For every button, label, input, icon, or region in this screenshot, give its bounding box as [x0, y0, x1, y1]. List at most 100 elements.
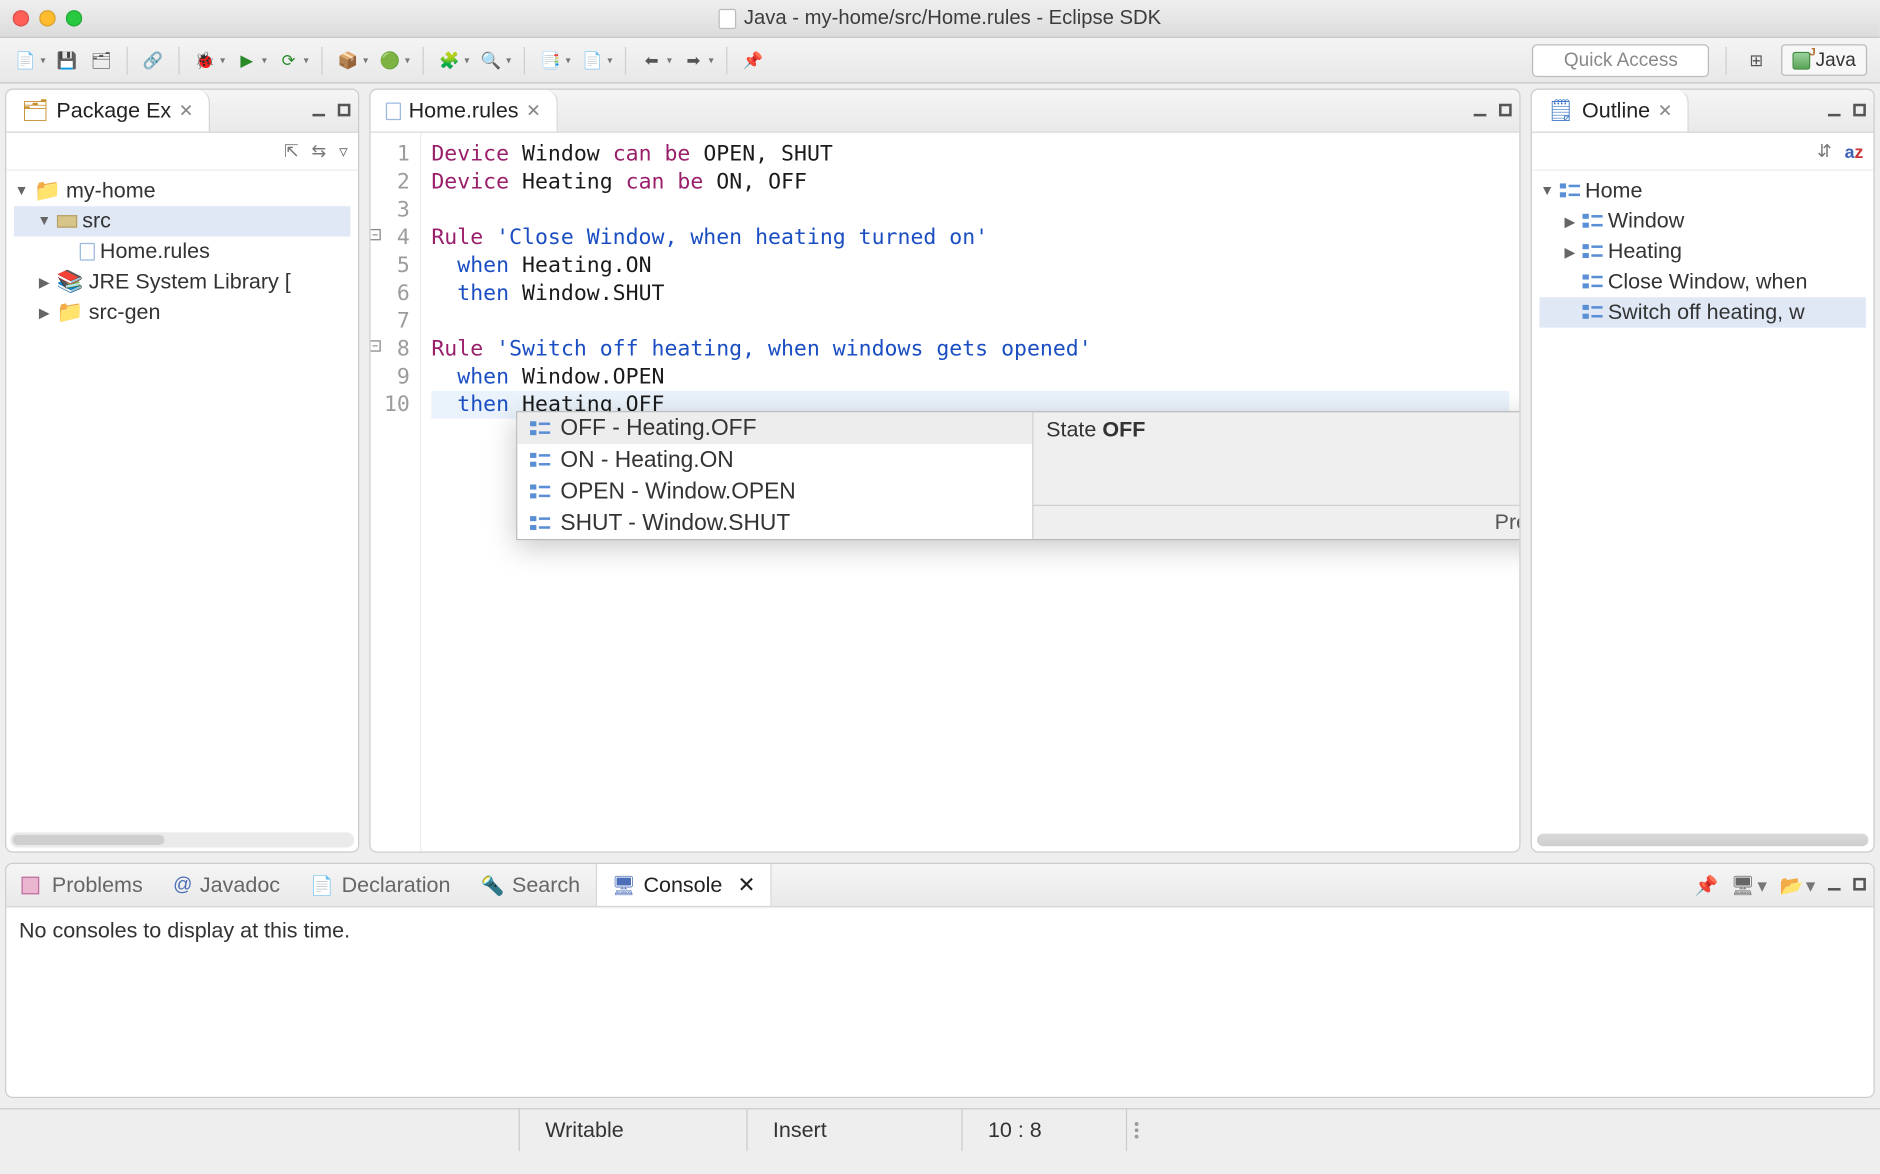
content-assist-item[interactable]: SHUT - Window.SHUT — [517, 507, 1032, 539]
horizontal-scrollbar[interactable] — [10, 832, 354, 847]
minimize-view-icon[interactable] — [1828, 100, 1841, 122]
tab-declaration[interactable]: 📄Declaration — [295, 864, 465, 906]
close-icon[interactable]: ✕ — [1658, 100, 1673, 122]
chevron-down-icon[interactable]: ▾ — [363, 54, 368, 65]
status-insert-mode: Insert — [746, 1109, 961, 1151]
toolbar-separator — [178, 46, 179, 74]
outline-icon: 🗒 — [1547, 98, 1574, 123]
outline-tab[interactable]: 🗒 Outline ✕ — [1532, 90, 1689, 132]
javadoc-icon: @ — [173, 874, 192, 896]
search-button[interactable]: 🔍 — [478, 47, 503, 72]
editor-tab-label: Home.rules — [409, 98, 519, 123]
pin-button[interactable]: 📌 — [740, 47, 765, 72]
content-assist-popup: OFF - Heating.OFFON - Heating.ONOPEN - W… — [516, 411, 1520, 540]
tab-problems[interactable]: Problems — [6, 864, 158, 906]
package-explorer-icon: 🗂 — [22, 98, 49, 123]
maximize-view-icon[interactable] — [1499, 100, 1512, 122]
outline-item-rule2[interactable]: Switch off heating, w — [1608, 300, 1805, 325]
open-console-icon[interactable]: 📂▾ — [1780, 873, 1816, 896]
folder-icon: 📁 — [57, 300, 84, 325]
editor-tab[interactable]: Home.rules ✕ — [371, 90, 558, 132]
tree-item-srcgen[interactable]: src-gen — [89, 300, 161, 325]
alpha-sort-icon[interactable]: az — [1845, 141, 1864, 161]
element-icon — [530, 451, 550, 469]
content-assist-list[interactable]: OFF - Heating.OFFON - Heating.ONOPEN - W… — [517, 412, 1032, 539]
chevron-down-icon[interactable]: ▾ — [566, 54, 571, 65]
display-console-icon[interactable]: 🖥▾ — [1731, 873, 1767, 896]
java-perspective-button[interactable]: Java — [1782, 44, 1868, 76]
status-handle — [1126, 1109, 1142, 1151]
chevron-down-icon[interactable]: ▾ — [220, 54, 225, 65]
package-explorer-tab[interactable]: 🗂 Package Ex ✕ — [6, 90, 210, 132]
maximize-view-icon[interactable] — [338, 100, 351, 122]
minimize-view-icon[interactable] — [1474, 100, 1487, 122]
tree-item-jre[interactable]: JRE System Library [ — [89, 269, 291, 294]
new-class-button[interactable]: 🟢 — [377, 47, 402, 72]
tree-item-file[interactable]: Home.rules — [100, 239, 210, 264]
status-cursor-position: 10 : 8 — [961, 1109, 1125, 1151]
info-value: OFF — [1102, 417, 1145, 441]
file-icon — [80, 243, 95, 261]
chevron-down-icon[interactable]: ▾ — [40, 54, 45, 65]
toolbar-separator — [423, 46, 424, 74]
collapse-all-icon[interactable]: ⇱ — [284, 140, 299, 162]
minimize-view-icon[interactable] — [312, 100, 325, 122]
run-last-button[interactable]: ⟳ — [276, 47, 301, 72]
next-annotation-button[interactable]: 📄 — [580, 47, 605, 72]
close-icon[interactable]: ✕ — [526, 100, 541, 122]
run-button[interactable]: ▶ — [234, 47, 259, 72]
outline-item-heating[interactable]: Heating — [1608, 239, 1682, 264]
tab-console[interactable]: 🖥Console✕ — [595, 864, 772, 906]
tab-label: Javadoc — [200, 872, 280, 897]
chevron-down-icon[interactable]: ▾ — [667, 54, 672, 65]
package-explorer-tree[interactable]: ▼📁my-home ▼src Home.rules ▶📚JRE System L… — [6, 171, 358, 829]
pin-console-icon[interactable]: 📌 — [1694, 873, 1718, 896]
outline-item-window[interactable]: Window — [1608, 209, 1684, 234]
open-perspective-button[interactable]: ⊞ — [1744, 47, 1769, 72]
save-all-button[interactable]: 🗂 — [89, 47, 114, 72]
code-editor[interactable]: Device Window can be OPEN, SHUTDevice He… — [421, 133, 1519, 852]
file-icon — [386, 102, 401, 120]
content-assist-item[interactable]: OPEN - Window.OPEN — [517, 476, 1032, 508]
minimize-view-icon[interactable] — [1828, 873, 1841, 896]
outline-view: 🗒 Outline ✕ ⇵ az ▼Home ▶Window ▶Heating … — [1531, 89, 1875, 853]
maximize-view-icon[interactable] — [1853, 873, 1866, 896]
new-button[interactable]: 📄 — [13, 47, 38, 72]
quick-access-input[interactable]: Quick Access — [1532, 44, 1709, 77]
close-icon[interactable]: ✕ — [179, 100, 194, 122]
content-assist-item[interactable]: ON - Heating.ON — [517, 444, 1032, 476]
chevron-down-icon[interactable]: ▾ — [464, 54, 469, 65]
debug-button[interactable]: 🐞 — [192, 47, 217, 72]
toggle-mark-button[interactable]: 📑 — [538, 47, 563, 72]
forward-button[interactable]: ➡ — [681, 47, 706, 72]
horizontal-scrollbar[interactable] — [1537, 834, 1868, 847]
outline-item-home[interactable]: Home — [1585, 178, 1642, 203]
close-icon[interactable]: ✕ — [738, 872, 756, 897]
tab-javadoc[interactable]: @ Javadoc — [158, 864, 295, 906]
chevron-down-icon[interactable]: ▾ — [405, 54, 410, 65]
tree-item-project[interactable]: my-home — [66, 178, 156, 203]
chevron-down-icon[interactable]: ▾ — [709, 54, 714, 65]
library-icon: 📚 — [57, 269, 84, 294]
new-package-button[interactable]: 📦 — [335, 47, 360, 72]
link-editor-button[interactable]: 🔗 — [140, 47, 165, 72]
outline-title: Outline — [1582, 98, 1650, 123]
maximize-view-icon[interactable] — [1853, 100, 1866, 122]
outline-tree[interactable]: ▼Home ▶Window ▶Heating Close Window, whe… — [1532, 171, 1874, 829]
sort-icon[interactable]: ⇵ — [1817, 140, 1832, 162]
toolbar-separator — [1726, 46, 1727, 74]
open-type-button[interactable]: 🧩 — [437, 47, 462, 72]
link-with-editor-icon[interactable]: ⇆ — [311, 140, 326, 162]
content-assist-item[interactable]: OFF - Heating.OFF — [517, 412, 1032, 444]
chevron-down-icon[interactable]: ▾ — [262, 54, 267, 65]
chevron-down-icon[interactable]: ▾ — [304, 54, 309, 65]
tree-item-src[interactable]: src — [82, 209, 111, 234]
view-menu-icon[interactable]: ▿ — [339, 140, 348, 162]
outline-item-rule1[interactable]: Close Window, when — [1608, 269, 1808, 294]
chevron-down-icon[interactable]: ▾ — [607, 54, 612, 65]
back-button[interactable]: ⬅ — [639, 47, 664, 72]
perspective-label: Java — [1816, 49, 1856, 71]
save-button[interactable]: 💾 — [54, 47, 79, 72]
tab-search[interactable]: 🔦Search — [466, 864, 596, 906]
chevron-down-icon[interactable]: ▾ — [506, 54, 511, 65]
